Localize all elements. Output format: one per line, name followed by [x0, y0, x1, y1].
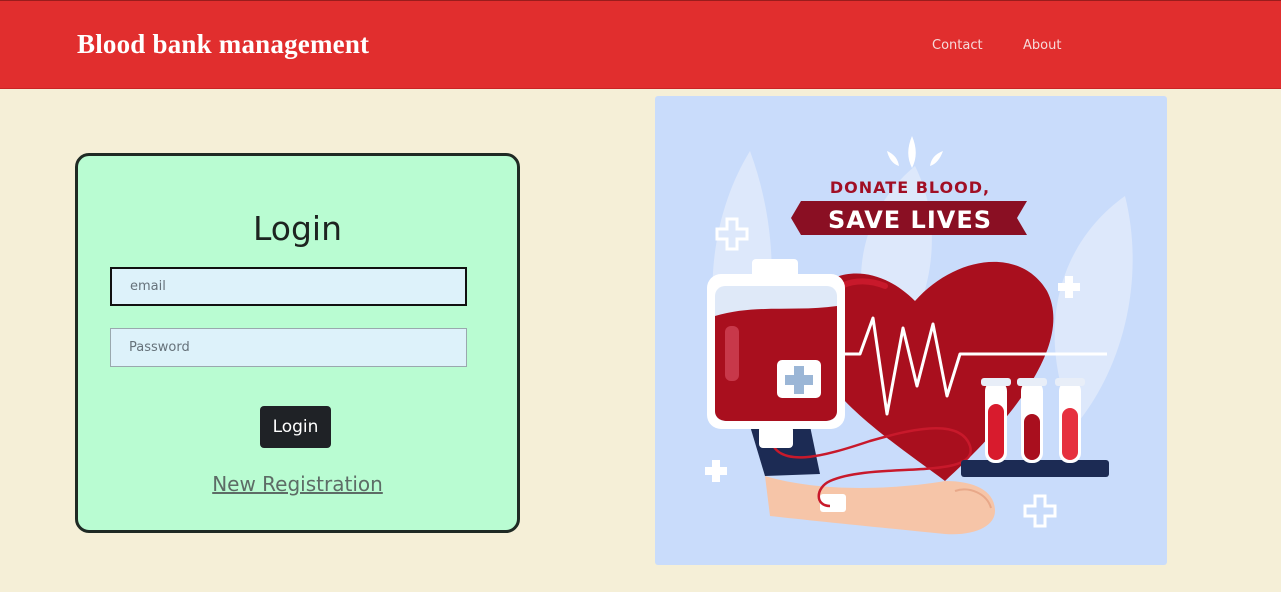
- login-title: Login: [252, 209, 343, 248]
- save-lives-heading: SAVE LIVES: [828, 206, 992, 234]
- nav-link-contact[interactable]: Contact: [932, 38, 983, 53]
- password-field[interactable]: [110, 328, 467, 367]
- donate-blood-illustration: DONATE BLOOD, SAVE LIVES: [655, 96, 1167, 565]
- login-card: Login Login New Registration: [75, 153, 520, 533]
- navbar: Blood bank management Contact About: [0, 0, 1281, 89]
- new-registration-link[interactable]: New Registration: [78, 472, 517, 496]
- blood-bag-icon: [707, 259, 845, 448]
- email-field[interactable]: [110, 267, 467, 306]
- donate-blood-heading: DONATE BLOOD,: [830, 178, 990, 197]
- illustration-graphic: DONATE BLOOD, SAVE LIVES: [705, 136, 1133, 535]
- nav-link-about[interactable]: About: [1023, 38, 1061, 53]
- login-button[interactable]: Login: [260, 406, 331, 448]
- brand-title[interactable]: Blood bank management: [77, 29, 369, 60]
- splash-icon: [887, 136, 943, 168]
